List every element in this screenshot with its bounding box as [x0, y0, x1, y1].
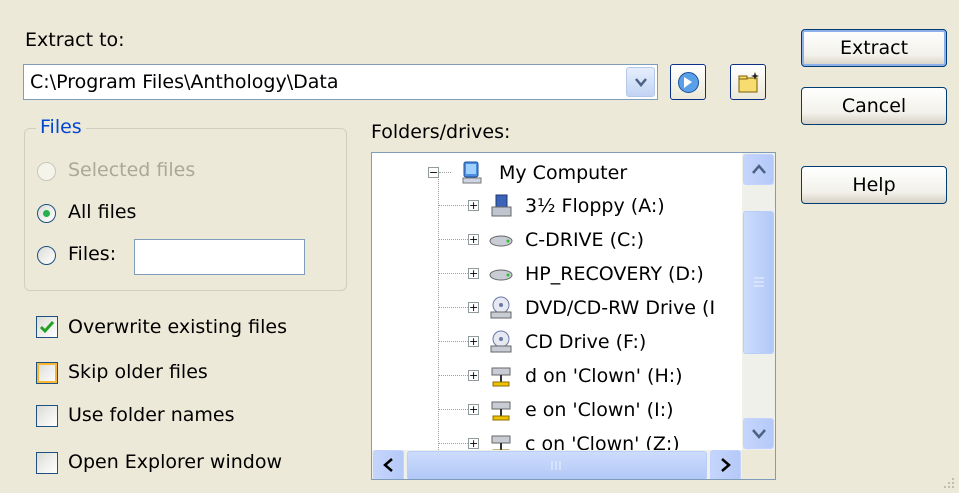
tree-node-label[interactable]: e on 'Clown' (I:) — [525, 399, 674, 421]
skip-older-checkbox[interactable] — [36, 362, 58, 384]
network-drive-icon — [491, 367, 511, 387]
tree-node-label[interactable]: 3½ Floppy (A:) — [525, 195, 665, 217]
new-folder-icon — [738, 72, 759, 93]
resize-grip-icon[interactable] — [942, 476, 956, 490]
computer-icon — [462, 161, 482, 184]
help-button[interactable]: Help — [801, 166, 947, 204]
tree-horizontal-scrollbar[interactable] — [372, 450, 742, 479]
tree-branch — [439, 239, 468, 240]
open-explorer-label[interactable]: Open Explorer window — [68, 451, 282, 473]
cd-drive-icon — [490, 296, 512, 319]
chevron-down-icon — [752, 429, 766, 439]
folder-tree[interactable]: − My Computer + 3½ Floppy (A:) + C-DRIVE… — [371, 152, 776, 480]
files-group-title: Files — [36, 116, 86, 138]
expand-icon: + — [468, 335, 479, 348]
expand-icon: + — [468, 233, 479, 246]
scroll-down-button[interactable] — [743, 418, 774, 449]
tree-branch — [439, 273, 468, 274]
network-drive-icon — [491, 401, 511, 421]
tree-branch — [439, 375, 468, 376]
selected-files-label: Selected files — [68, 159, 196, 181]
hard-drive-icon — [489, 235, 513, 247]
selected-files-radio — [37, 162, 56, 181]
all-files-radio[interactable] — [37, 204, 56, 223]
tree-branch — [439, 341, 468, 342]
new-folder-button[interactable] — [730, 64, 766, 100]
tree-node-label[interactable]: HP_RECOVERY (D:) — [525, 263, 704, 285]
tree-branch — [439, 205, 468, 206]
open-explorer-checkbox[interactable] — [36, 452, 58, 474]
expand-icon: + — [468, 267, 479, 280]
tree-branch — [439, 172, 451, 173]
chevron-right-icon — [721, 458, 731, 472]
tree-branch — [439, 409, 468, 410]
scroll-left-button[interactable] — [373, 450, 404, 479]
expand-icon: + — [468, 437, 479, 450]
chevron-up-icon — [752, 164, 766, 174]
tree-node-label[interactable]: d on 'Clown' (H:) — [525, 365, 683, 387]
tree-node-label[interactable]: My Computer — [499, 162, 627, 184]
use-folder-names-checkbox[interactable] — [36, 405, 58, 427]
expand-icon: + — [468, 301, 479, 314]
hard-drive-icon — [489, 269, 513, 281]
tree-vertical-scrollbar[interactable] — [742, 153, 775, 450]
radio-selected-dot — [43, 210, 50, 217]
cd-drive-icon — [490, 330, 512, 353]
scroll-up-button[interactable] — [743, 154, 774, 185]
tree-branch — [439, 307, 468, 308]
tree-node-label[interactable]: CD Drive (F:) — [525, 331, 646, 353]
checkmark-icon — [39, 321, 55, 334]
expand-icon: + — [468, 199, 479, 212]
recent-folders-button[interactable] — [670, 64, 706, 100]
chevron-down-icon[interactable] — [626, 67, 655, 97]
vertical-scroll-thumb[interactable] — [743, 211, 774, 354]
skip-older-label[interactable]: Skip older files — [68, 361, 208, 383]
extract-path-combobox[interactable]: C:\Program Files\Anthology\Data — [23, 64, 658, 100]
all-files-label[interactable]: All files — [68, 201, 136, 223]
scroll-right-button[interactable] — [710, 450, 741, 479]
floppy-drive-icon — [491, 194, 512, 217]
chevron-left-icon — [383, 458, 393, 472]
folder-arrow-icon — [678, 72, 699, 93]
cancel-button[interactable]: Cancel — [801, 87, 947, 125]
extract-to-label: Extract to: — [25, 29, 125, 51]
tree-node-label[interactable]: C-DRIVE (C:) — [525, 229, 644, 251]
use-folder-names-label[interactable]: Use folder names — [68, 404, 235, 426]
files-radio[interactable] — [37, 246, 56, 265]
folders-drives-label: Folders/drives: — [371, 121, 511, 143]
tree-branch — [439, 443, 468, 444]
scrollbar-corner — [742, 450, 775, 479]
extract-path-value[interactable]: C:\Program Files\Anthology\Data — [30, 71, 339, 93]
expand-icon: + — [468, 369, 479, 382]
horizontal-scroll-thumb[interactable] — [407, 451, 707, 479]
expand-icon: + — [468, 403, 479, 416]
overwrite-checkbox[interactable] — [36, 316, 58, 338]
files-filter-input[interactable] — [134, 239, 305, 275]
collapse-icon: − — [428, 166, 439, 179]
overwrite-label[interactable]: Overwrite existing files — [68, 316, 287, 338]
tree-node-label[interactable]: DVD/CD-RW Drive (I — [525, 297, 715, 319]
grip-icon — [754, 277, 764, 287]
extract-button[interactable]: Extract — [801, 29, 947, 67]
grip-icon — [551, 461, 561, 470]
files-radio-label[interactable]: Files: — [68, 243, 116, 265]
